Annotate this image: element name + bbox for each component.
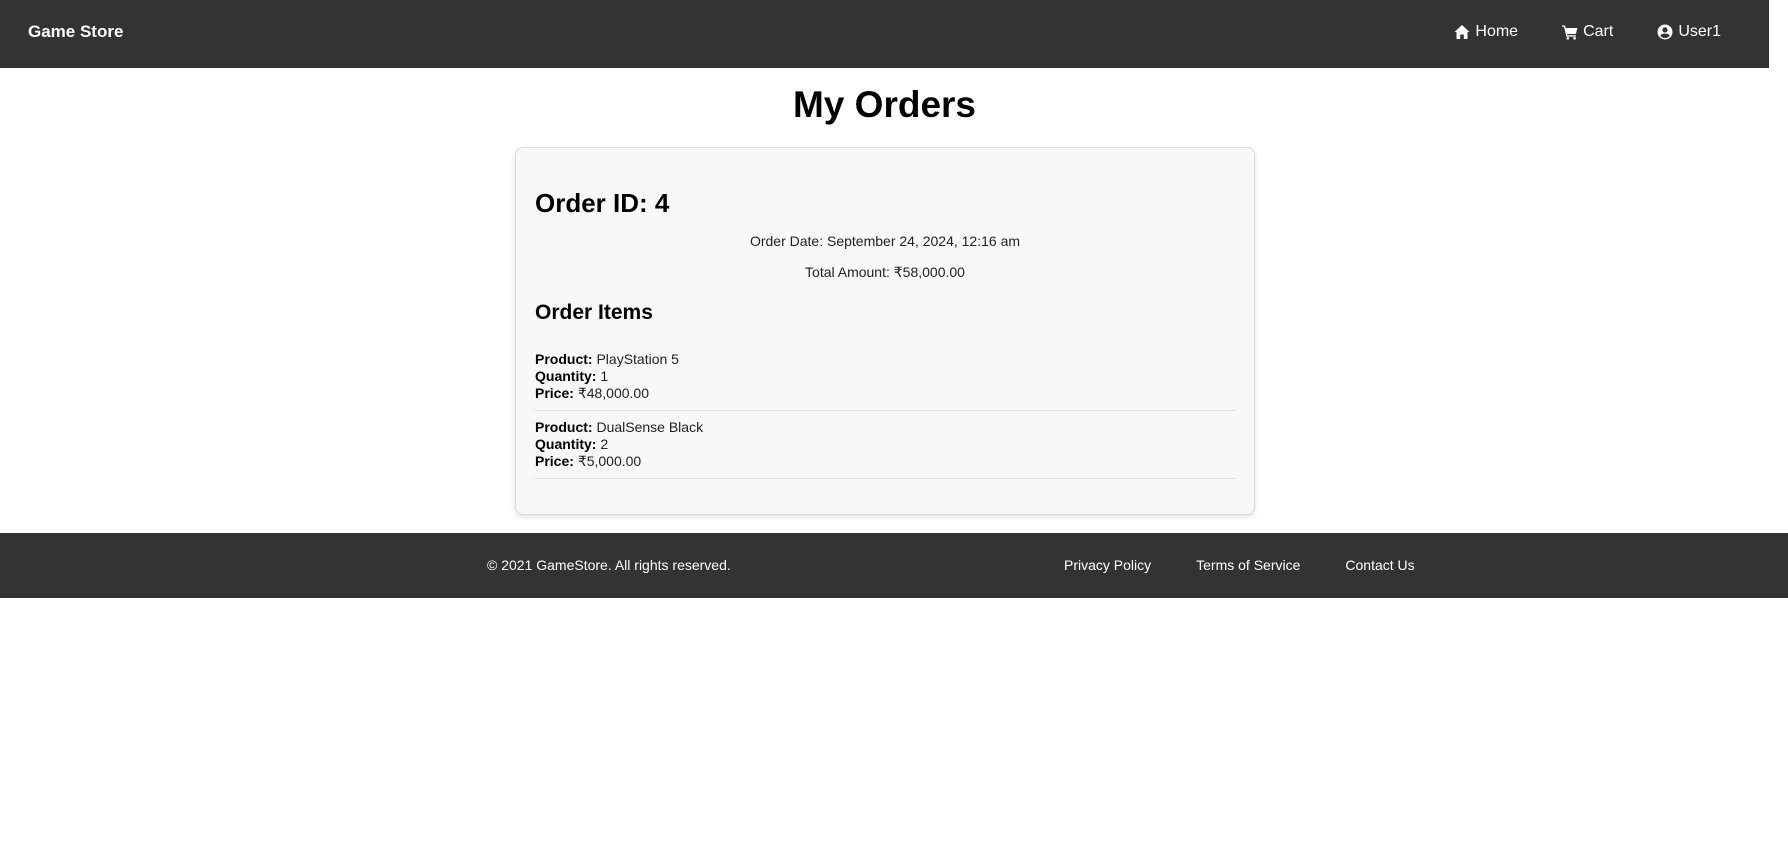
product-label: Product: [535,419,593,435]
product-value: PlayStation 5 [596,351,679,367]
home-icon [1454,24,1470,40]
order-total: Total Amount: ₹58,000.00 [805,264,965,280]
nav-user-link[interactable]: User1 [1657,23,1721,41]
nav-cart-link[interactable]: Cart [1562,23,1613,41]
user-circle-icon [1657,24,1673,40]
quantity-label: Quantity: [535,436,597,452]
privacy-policy-link[interactable]: Privacy Policy [1064,557,1151,573]
footer-links: Privacy Policy Terms of Service Contact … [1064,557,1460,573]
page-title: My Orders [792,84,976,125]
nav-user-label: User1 [1678,23,1721,40]
price-value: ₹5,000.00 [577,453,642,469]
brand-logo-text[interactable]: Game Store [28,22,123,42]
price-value: ₹48,000.00 [577,385,650,401]
order-id-heading: Order ID: 4 [535,188,670,218]
footer: © 2021 GameStore. All rights reserved. P… [0,533,1788,598]
contact-us-link[interactable]: Contact Us [1345,557,1414,573]
price-label: Price: [535,453,574,469]
copyright-text: © 2021 GameStore. All rights reserved. [487,557,731,573]
product-value: DualSense Black [596,419,704,435]
quantity-value: 2 [600,436,609,452]
order-card: Order ID: 4 Order Date: September 24, 20… [515,147,1255,515]
item-product-row: Product: DualSense Black [535,419,1235,436]
quantity-label: Quantity: [535,368,597,384]
product-label: Product: [535,351,593,367]
terms-of-service-link[interactable]: Terms of Service [1196,557,1300,573]
item-price-row: Price: ₹5,000.00 [535,453,1235,470]
list-item: Product: DualSense Black Quantity: 2 Pri… [535,419,1235,479]
order-items-list: Product: PlayStation 5 Quantity: 1 Price… [535,351,1235,487]
nav-home-label: Home [1475,23,1519,40]
item-quantity-row: Quantity: 1 [535,368,1235,385]
item-product-row: Product: PlayStation 5 [535,351,1235,368]
order-items-heading: Order Items [535,301,653,324]
nav-home-link[interactable]: Home [1454,23,1518,41]
order-date: Order Date: September 24, 2024, 12:16 am [749,233,1021,249]
list-item: Product: PlayStation 5 Quantity: 1 Price… [535,351,1235,411]
top-navbar: Game Store Home Cart User1 [0,0,1769,68]
quantity-value: 1 [600,368,609,384]
item-price-row: Price: ₹48,000.00 [535,385,1235,402]
price-label: Price: [535,385,574,401]
item-quantity-row: Quantity: 2 [535,436,1235,453]
nav-links: Home Cart User1 [1410,23,1721,41]
nav-cart-label: Cart [1583,23,1614,40]
cart-icon [1562,24,1578,40]
